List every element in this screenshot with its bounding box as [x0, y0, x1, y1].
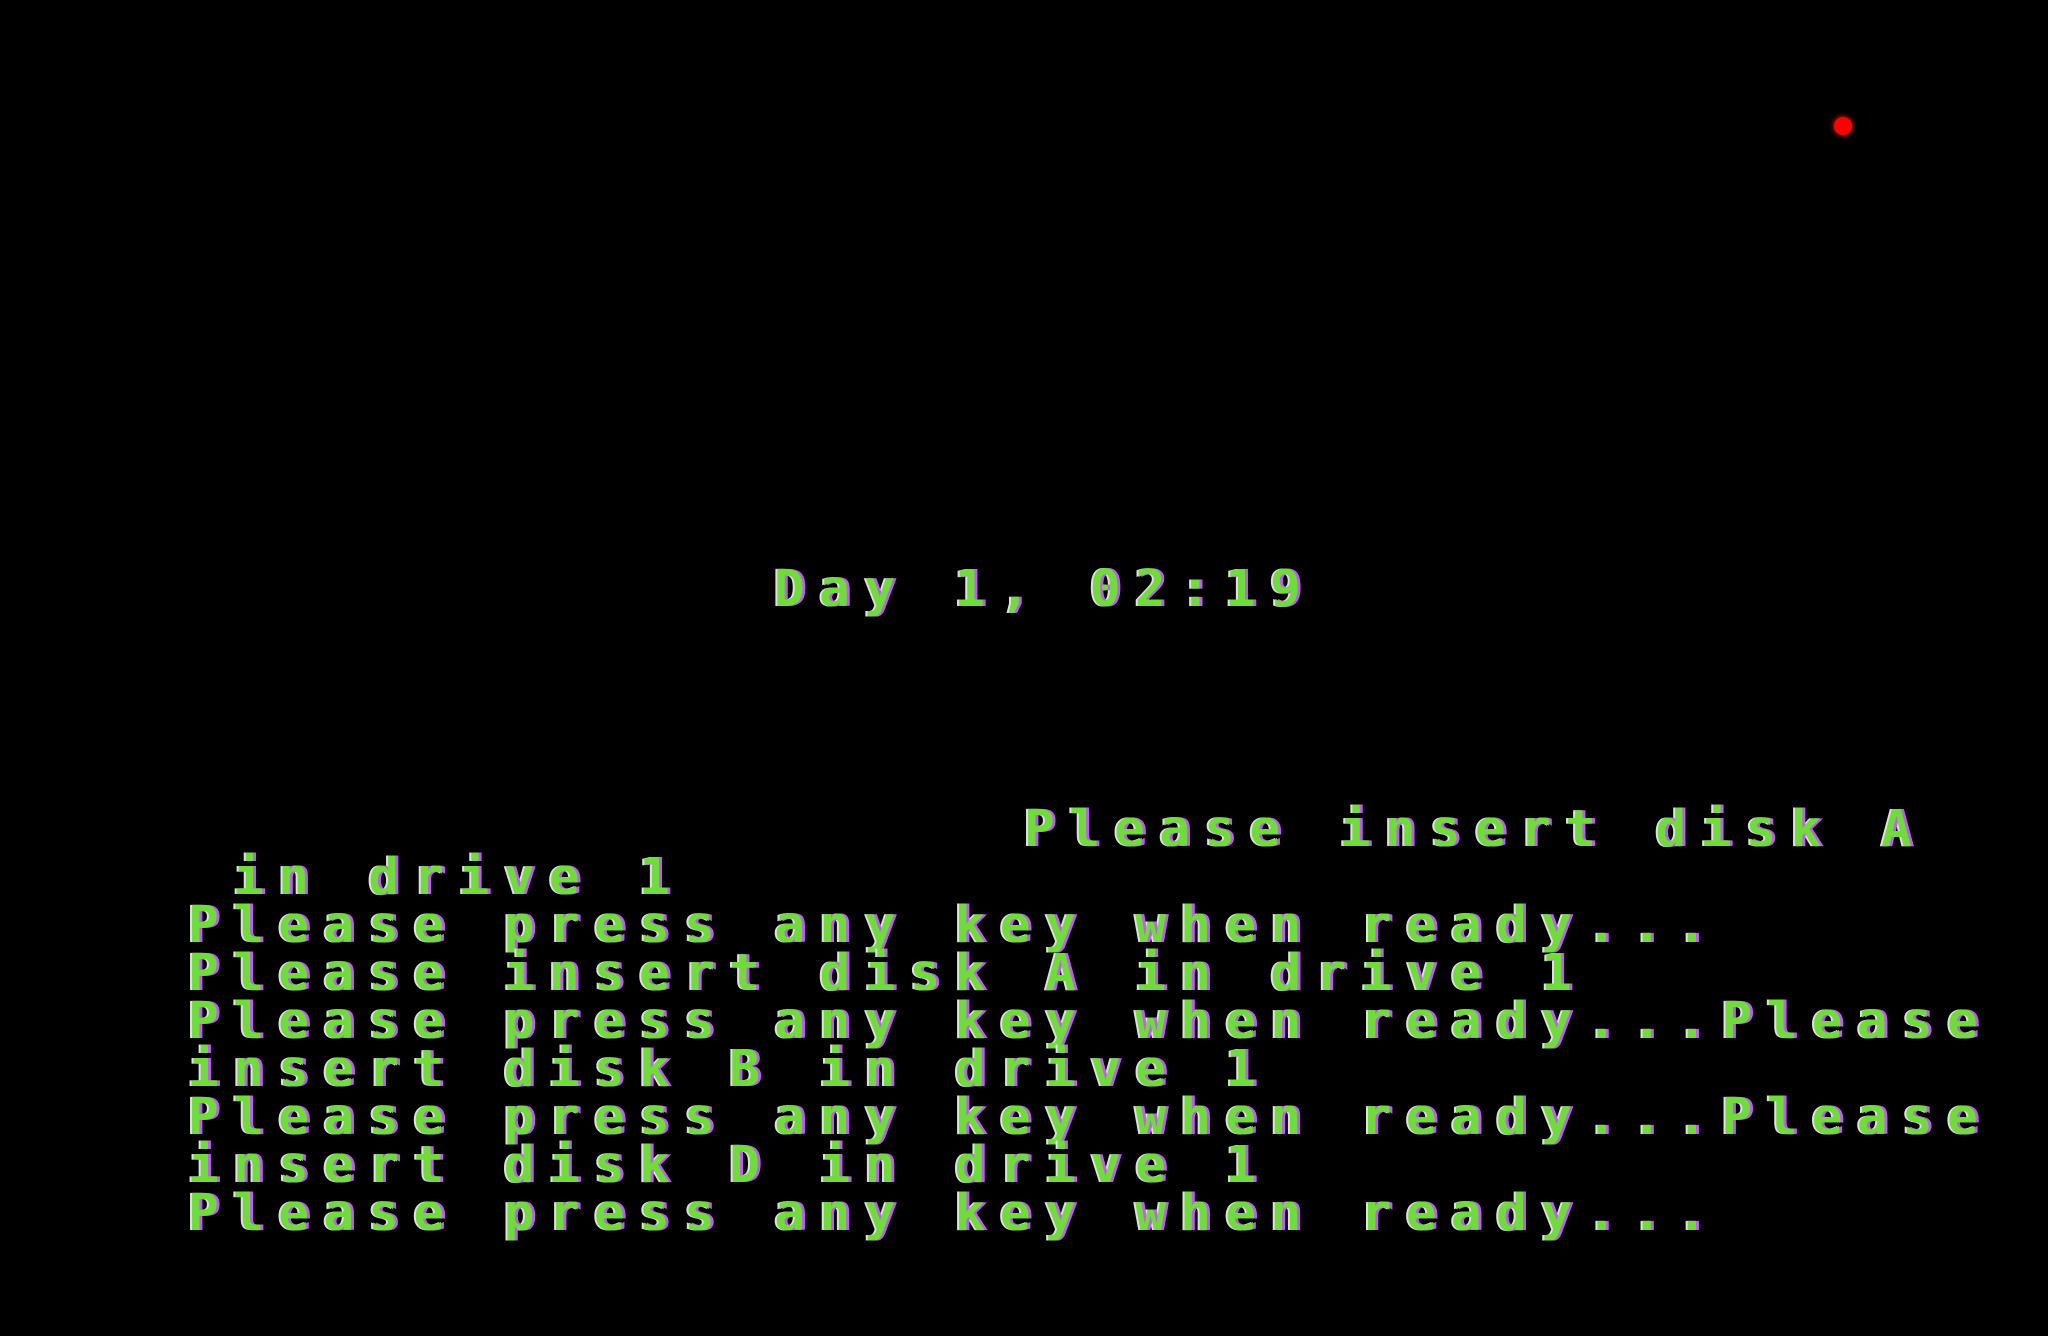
console-line: Please press any key when ready...Please	[188, 992, 1993, 1051]
console-line: Please insert disk A in drive 1	[188, 944, 1587, 1003]
console-line: Please press any key when ready...	[188, 896, 1722, 955]
console-line: insert disk B in drive 1	[188, 1040, 1271, 1099]
game-screen[interactable]: Day 1, 02:19 Please insert disk A in dri…	[0, 0, 2048, 1336]
game-clock: Day 1, 02:19	[774, 560, 1316, 619]
console-line: Please press any key when ready...Please	[188, 1088, 1993, 1147]
console-line: Please insert disk A	[1024, 800, 1927, 859]
console-line: insert disk D in drive 1	[188, 1136, 1271, 1195]
disk-activity-led-icon	[1834, 117, 1852, 135]
console-line: in drive 1	[188, 848, 685, 907]
console-line: Please press any key when ready...	[188, 1184, 1722, 1243]
